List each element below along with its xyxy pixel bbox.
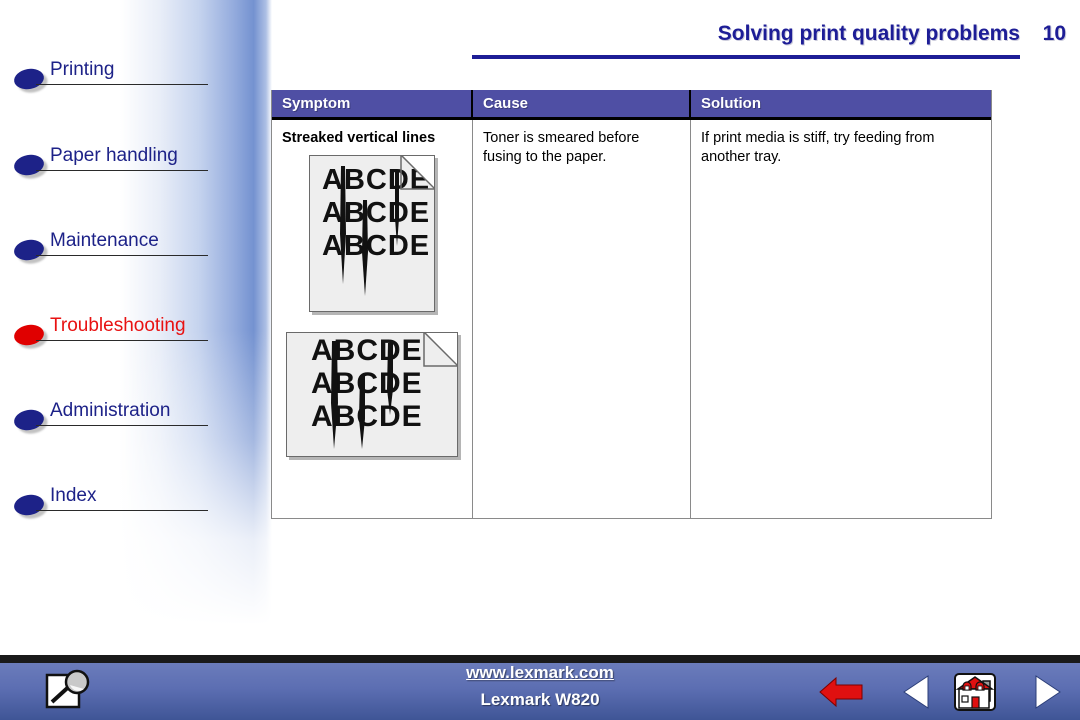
sidebar-item-index[interactable]: Index (0, 483, 220, 523)
print-quality-table: Symptom Cause Solution Streaked vertical… (271, 90, 992, 519)
column-header-symptom: Symptom (272, 90, 473, 117)
sample-page-landscape: ABCDE ABCDE ABCDE (286, 332, 458, 457)
bullet-icon (12, 322, 46, 348)
back-button[interactable] (818, 672, 864, 712)
column-header-solution: Solution (701, 95, 761, 112)
sidebar-item-rule (36, 84, 208, 85)
sidebar-item-rule (36, 425, 208, 426)
right-triangle-icon (1035, 675, 1061, 709)
sidebar-item-printing[interactable]: Printing (0, 57, 220, 97)
page-number: 10 (1042, 22, 1066, 45)
sample-page-portrait: ABCDE ABCDE ABCDE (309, 155, 435, 312)
sidebar-item-label: Printing (50, 59, 115, 80)
left-triangle-icon (903, 675, 929, 709)
page-title: Solving print quality problems (717, 22, 1020, 45)
footer-divider (0, 655, 1080, 663)
bullet-icon (12, 492, 46, 518)
symptom-label: Streaked vertical lines (282, 130, 436, 146)
sidebar-item-rule (36, 170, 208, 171)
house-icon (954, 673, 996, 711)
sidebar-item-paper-handling[interactable]: Paper handling (0, 143, 220, 183)
bullet-icon (12, 407, 46, 433)
next-page-button[interactable] (1022, 672, 1068, 712)
table-row: Streaked vertical lines ABCDE ABCDE ABCD… (272, 120, 991, 518)
search-button[interactable] (44, 669, 92, 713)
cell-cause: Toner is smeared before fusing to the pa… (473, 120, 691, 518)
sidebar-item-label: Troubleshooting (50, 315, 186, 336)
column-header-cause: Cause (473, 90, 691, 117)
bullet-icon (12, 152, 46, 178)
sidebar-item-label: Paper handling (50, 145, 178, 166)
sidebar-item-rule (36, 510, 208, 511)
magnifier-icon (45, 669, 90, 709)
sidebar-navigation: Printing Paper handling Maintenance Trou… (0, 0, 272, 655)
bullet-icon (12, 66, 46, 92)
document-page: Printing Paper handling Maintenance Trou… (0, 0, 1080, 720)
sidebar-item-administration[interactable]: Administration (0, 398, 220, 438)
sidebar-item-rule (36, 255, 208, 256)
sidebar-item-maintenance[interactable]: Maintenance (0, 228, 220, 268)
cell-solution: If print media is stiff, try feeding fro… (701, 130, 935, 165)
home-button[interactable] (952, 672, 998, 712)
red-left-arrow-icon (819, 676, 863, 708)
header-divider (472, 55, 1020, 59)
sidebar-item-troubleshooting[interactable]: Troubleshooting (0, 313, 220, 353)
sidebar-item-label: Administration (50, 400, 171, 421)
sidebar-item-rule (36, 340, 208, 341)
bullet-icon (12, 237, 46, 263)
sidebar-item-label: Index (50, 485, 97, 506)
table-header-row: Symptom Cause Solution (272, 90, 991, 120)
sidebar-item-label: Maintenance (50, 230, 159, 251)
cell-symptom: Streaked vertical lines ABCDE ABCDE ABCD… (272, 120, 473, 518)
previous-page-button[interactable] (898, 672, 944, 712)
